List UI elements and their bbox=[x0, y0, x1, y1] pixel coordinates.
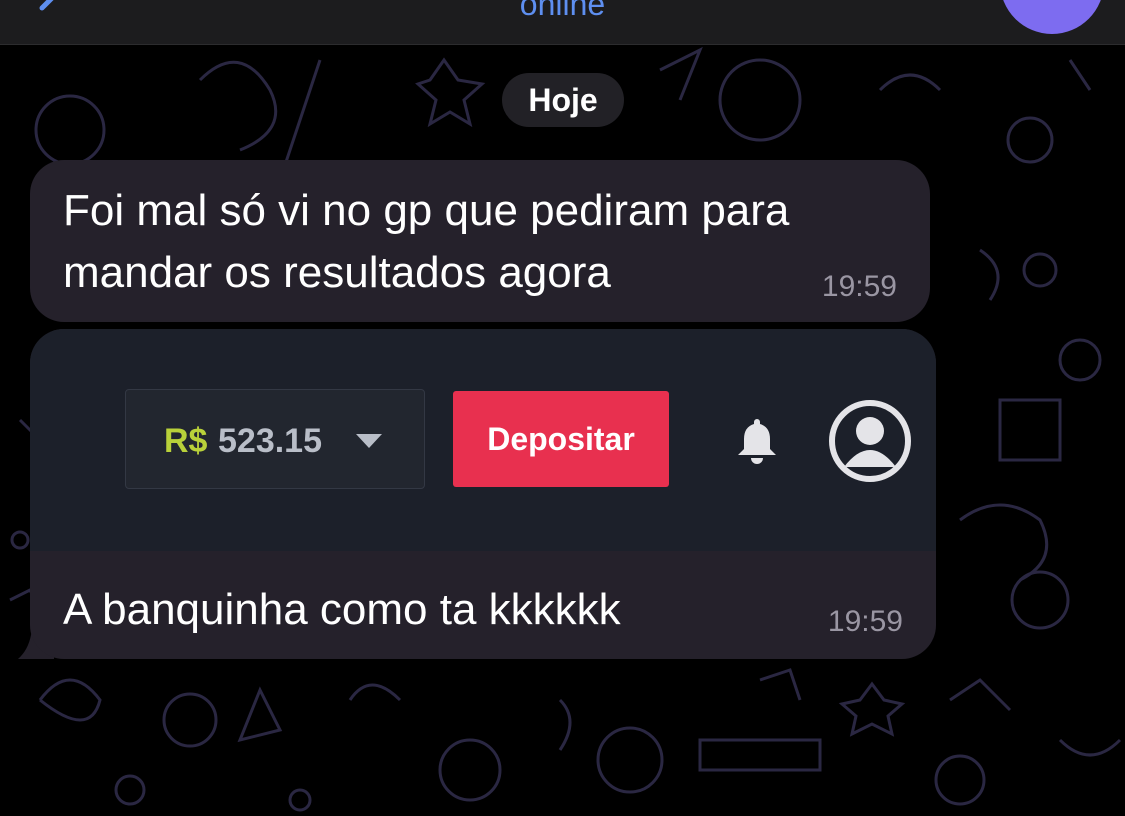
message-time: 19:59 bbox=[827, 605, 903, 638]
bell-icon[interactable] bbox=[736, 417, 778, 465]
message-time: 19:59 bbox=[821, 270, 897, 303]
user-circle-icon[interactable] bbox=[828, 399, 912, 483]
message-text: Foi mal só vi no gp que pediram para man… bbox=[63, 186, 790, 297]
screenshot-attachment[interactable]: R$ 523.15 Depositar bbox=[30, 329, 936, 551]
balance-dropdown[interactable]: R$ 523.15 bbox=[125, 389, 425, 489]
date-divider: Hoje bbox=[502, 73, 624, 127]
caret-down-icon bbox=[356, 434, 382, 448]
avatar[interactable] bbox=[1000, 0, 1104, 34]
message-bubble-with-screenshot[interactable]: R$ 523.15 Depositar A banquinha como ta … bbox=[30, 329, 936, 659]
message-bubble[interactable]: Foi mal só vi no gp que pediram para man… bbox=[30, 160, 930, 322]
message-text: A banquinha como ta kkkkkk bbox=[63, 585, 621, 634]
contact-status: online bbox=[519, 0, 606, 22]
deposit-button[interactable]: Depositar bbox=[453, 391, 669, 487]
chat-header: online bbox=[0, 0, 1125, 45]
currency-symbol: R$ bbox=[164, 422, 208, 460]
balance-amount: 523.15 bbox=[218, 422, 322, 460]
